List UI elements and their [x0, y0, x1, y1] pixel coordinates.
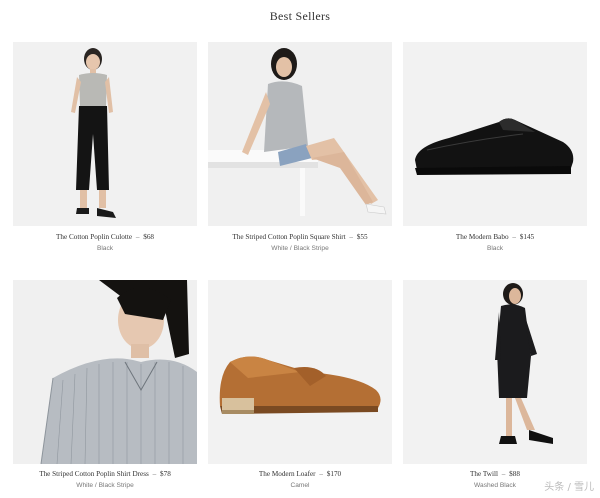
product-card[interactable]: The Striped Cotton Poplin Square Shirt –…: [208, 42, 392, 280]
price-separator: –: [501, 470, 506, 478]
product-card[interactable]: The Twill – $88 Washed Black: [403, 280, 587, 498]
product-price: $88: [509, 470, 520, 478]
product-name[interactable]: The Modern Loafer: [259, 470, 316, 478]
price-separator: –: [152, 470, 157, 478]
page-title: Best Sellers: [269, 9, 331, 23]
model-shirt-dress-image[interactable]: [13, 280, 197, 464]
model-square-shirt-image[interactable]: [208, 42, 392, 226]
product-name-price[interactable]: The Striped Cotton Poplin Square Shirt –…: [208, 233, 392, 241]
product-name-price[interactable]: The Modern Babo – $145: [403, 233, 587, 241]
product-name[interactable]: The Striped Cotton Poplin Shirt Dress: [39, 470, 149, 478]
product-grid: The Cotton Poplin Culotte – $68 Black Th…: [13, 42, 587, 498]
product-name[interactable]: The Striped Cotton Poplin Square Shirt: [232, 233, 345, 241]
price-separator: –: [512, 233, 516, 241]
product-price: $145: [519, 233, 535, 241]
price-separator: –: [349, 233, 353, 241]
product-card[interactable]: The Striped Cotton Poplin Shirt Dress – …: [13, 280, 197, 498]
product-color: White / Black Stripe: [76, 482, 134, 489]
price-separator: –: [319, 470, 323, 478]
model-twill-dress-image[interactable]: [403, 280, 587, 464]
watermark: 头条 / 雪儿: [544, 482, 594, 493]
price-separator: –: [135, 233, 140, 241]
product-price: $68: [143, 233, 155, 241]
product-name-price[interactable]: The Cotton Poplin Culotte – $68: [13, 233, 197, 241]
product-name-price[interactable]: The Modern Loafer – $170: [208, 470, 392, 478]
black-slide-shoe-image[interactable]: [403, 42, 587, 226]
product-card[interactable]: The Cotton Poplin Culotte – $68 Black: [13, 42, 197, 280]
camel-loafer-image[interactable]: [208, 280, 392, 464]
product-color: Black: [486, 245, 504, 252]
product-name-price[interactable]: The Striped Cotton Poplin Shirt Dress – …: [13, 470, 197, 478]
product-price: $78: [160, 470, 171, 478]
product-price: $170: [326, 470, 342, 478]
product-card[interactable]: The Modern Loafer – $170 Camel: [208, 280, 392, 498]
product-color: White / Black Stripe: [271, 245, 329, 252]
product-card[interactable]: The Modern Babo – $145 Black: [403, 42, 587, 280]
product-name-price[interactable]: The Twill – $88: [403, 470, 587, 478]
product-price: $55: [356, 233, 368, 241]
product-color: Camel: [290, 482, 310, 489]
product-name[interactable]: The Cotton Poplin Culotte: [56, 233, 132, 241]
product-color: Black: [96, 245, 114, 252]
model-culotte-image[interactable]: [13, 42, 197, 226]
product-name[interactable]: The Twill: [470, 470, 498, 478]
product-name[interactable]: The Modern Babo: [456, 233, 509, 241]
